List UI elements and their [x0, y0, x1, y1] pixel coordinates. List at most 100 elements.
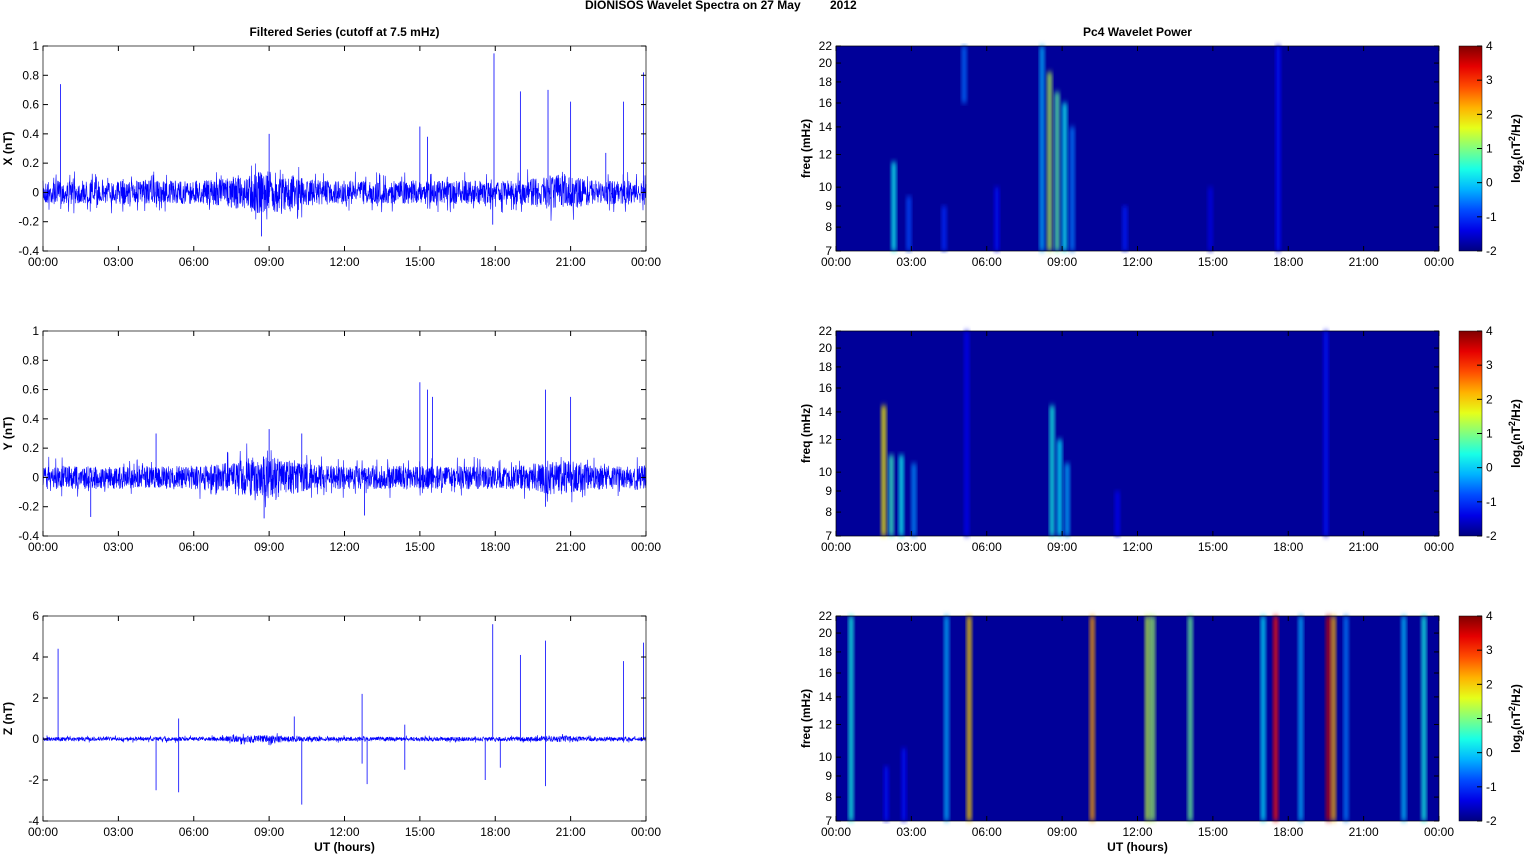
y-tick-label: 9 [825, 484, 832, 498]
x-tick-label: 15:00 [405, 825, 435, 839]
y-tick-label: 4 [32, 650, 39, 664]
colorbar-tick-label: 1 [1486, 142, 1493, 156]
y-tick-label: 0.2 [22, 441, 39, 455]
x-tick-label: 00:00 [631, 825, 661, 839]
colorbar-tick-label: 3 [1486, 643, 1493, 657]
colorbar-tick-label: 1 [1486, 712, 1493, 726]
y-tick-label: 1 [32, 39, 39, 53]
x-tick-label: 09:00 [254, 540, 284, 554]
x-tick-label: 00:00 [1424, 255, 1454, 269]
x-tick-label: 00:00 [1424, 540, 1454, 554]
y-tick-label: 20 [819, 626, 833, 640]
power-feature [942, 206, 947, 251]
x-tick-label: 21:00 [1349, 825, 1379, 839]
power-feature [1401, 616, 1406, 821]
x-tick-label: 21:00 [556, 255, 586, 269]
y-tick-label: 12 [819, 148, 833, 162]
x-tick-label: 15:00 [1198, 540, 1228, 554]
y-tick-label: 0 [32, 470, 39, 484]
y-tick-label: 7 [825, 529, 832, 543]
x-tick-label: 18:00 [1273, 255, 1303, 269]
x-tick-label: 12:00 [1122, 825, 1152, 839]
y-tick-label: 9 [825, 199, 832, 213]
plot-area [43, 616, 646, 821]
power-feature [899, 455, 904, 536]
x-tick-label: 12:00 [329, 825, 359, 839]
y-tick-label: 16 [819, 381, 833, 395]
y-tick-label: -0.4 [18, 244, 39, 258]
colorbar-tick-label: -2 [1486, 529, 1497, 543]
figure-year: 2012 [830, 0, 857, 12]
y-tick-label: 20 [819, 56, 833, 70]
y-tick-label: 16 [819, 666, 833, 680]
x-axis-label: UT (hours) [314, 840, 375, 854]
colorbar-tick-label: -1 [1486, 780, 1497, 794]
power-feature [911, 463, 916, 536]
colorbar-tick-label: 3 [1486, 73, 1493, 87]
x-tick-label: 21:00 [556, 540, 586, 554]
y-tick-label: 12 [819, 433, 833, 447]
power-feature [884, 766, 889, 821]
wavelet-panel: 43210-1-2log2(nT2/Hz)00:00 03:00 06:00 09:0… [799, 324, 1525, 554]
y-tick-label: 14 [819, 405, 833, 419]
colorbar-tick-label: 4 [1486, 609, 1493, 623]
heatmap-background [836, 331, 1439, 536]
time-series-panel: 00:00 03:00 06:00 09:00 12:00 15:00 18:00 21:00… [1, 324, 661, 554]
power-feature [1421, 616, 1426, 821]
x-tick-label: 00:00 [631, 255, 661, 269]
power-feature [1050, 405, 1055, 536]
x-tick-label: 12:00 [1122, 255, 1152, 269]
power-feature [967, 616, 972, 821]
power-feature [881, 405, 886, 536]
power-feature [1057, 439, 1062, 536]
y-tick-label: 2 [32, 691, 39, 705]
power-feature [964, 331, 969, 536]
power-feature [962, 46, 967, 104]
plot-area [43, 331, 646, 536]
y-tick-label: 0 [32, 185, 39, 199]
x-tick-label: 06:00 [972, 540, 1002, 554]
y-tick-label: 10 [819, 180, 833, 194]
colorbar-tick-label: -2 [1486, 244, 1497, 258]
power-feature [849, 616, 854, 821]
power-feature [944, 616, 949, 821]
heatmap-background [836, 46, 1439, 251]
x-tick-label: 09:00 [1047, 255, 1077, 269]
wavelet-panel: 43210-1-2log2(nT2/Hz)00:00 03:00 06:00 09:0… [799, 25, 1525, 269]
x-tick-label: 06:00 [179, 255, 209, 269]
x-tick-label: 03:00 [896, 825, 926, 839]
y-tick-label: 22 [819, 609, 833, 623]
x-tick-label: 06:00 [179, 540, 209, 554]
power-feature [994, 187, 999, 251]
x-tick-label: 18:00 [480, 255, 510, 269]
y-tick-label: 18 [819, 645, 833, 659]
power-feature [901, 748, 906, 821]
colorbar-label: log2(nT2/Hz) [1507, 114, 1525, 183]
colorbar-tick-label: 3 [1486, 358, 1493, 372]
y-tick-label: 8 [825, 505, 832, 519]
figure-title: DIONISOS Wavelet Spectra on 27 May [585, 0, 801, 12]
x-tick-label: 09:00 [254, 255, 284, 269]
power-feature [1090, 616, 1095, 821]
power-feature [891, 162, 896, 251]
y-tick-label: 0.4 [22, 127, 39, 141]
y-tick-label: -0.4 [18, 529, 39, 543]
power-feature [1188, 616, 1193, 821]
y-tick-label: -0.2 [18, 215, 39, 229]
colorbar-tick-label: 4 [1486, 39, 1493, 53]
power-feature [1047, 72, 1052, 251]
colorbar-tick-label: 0 [1486, 461, 1493, 475]
x-tick-label: 15:00 [1198, 825, 1228, 839]
power-feature [1150, 616, 1155, 821]
colorbar-tick-label: 2 [1486, 107, 1493, 121]
y-tick-label: 12 [819, 718, 833, 732]
x-tick-label: 21:00 [1349, 540, 1379, 554]
colorbar-tick-label: 1 [1486, 427, 1493, 441]
power-feature [1055, 92, 1060, 251]
colorbar-tick-label: 2 [1486, 392, 1493, 406]
y-tick-label: -4 [28, 814, 39, 828]
y-tick-label: 0.6 [22, 98, 39, 112]
y-tick-label: 0 [32, 732, 39, 746]
x-tick-label: 12:00 [329, 540, 359, 554]
plot-area [43, 46, 646, 251]
